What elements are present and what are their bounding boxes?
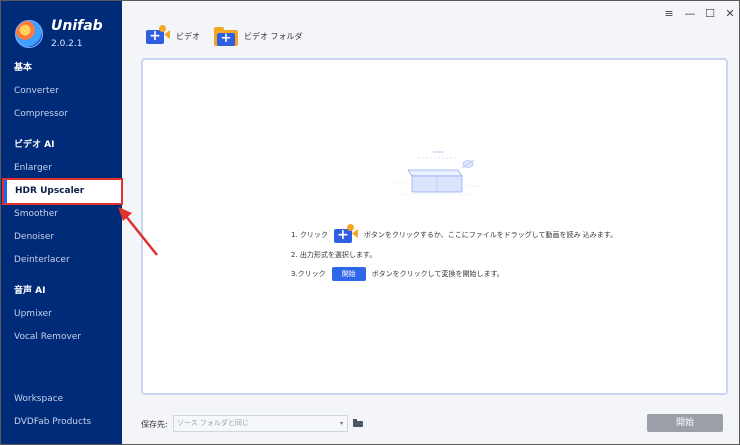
drop-zone[interactable]: 1. クリック + ボタンをクリックするか、ここにファイルをドラッグして動画を読… — [141, 58, 728, 395]
chevron-down-icon: ▾ — [339, 420, 343, 427]
sidebar: Unifab 2.0.2.1 基本 Converter Compressor ビ… — [1, 1, 122, 444]
sidebar-item-denoiser[interactable]: Denoiser — [1, 226, 122, 249]
sidebar-item-vocal-remover[interactable]: Vocal Remover — [1, 326, 122, 349]
sidebar-item-smoother[interactable]: Smoother — [1, 203, 122, 226]
close-icon[interactable]: ✕ — [723, 7, 737, 21]
sidebar-item-enlarger[interactable]: Enlarger — [1, 157, 122, 180]
sidebar-item-dvdfab-products[interactable]: DVDFab Products — [1, 411, 122, 434]
app-name: Unifab — [51, 18, 103, 34]
sidebar-item-hdr-upscaler[interactable]: HDR Upscaler — [4, 180, 122, 203]
unifab-logo-icon — [15, 20, 43, 48]
add-folder-button[interactable]: + ビデオ フォルダ — [214, 25, 303, 47]
folder-icon[interactable] — [353, 419, 363, 427]
sidebar-item-compressor[interactable]: Compressor — [1, 103, 122, 126]
section-video-ai: ビデオ AI — [14, 140, 55, 150]
add-video-icon: + — [333, 224, 358, 245]
section-audio-ai: 音声 AI — [14, 286, 46, 296]
start-button-example: 開始 — [331, 267, 366, 281]
start-button[interactable]: 開始 — [647, 414, 723, 432]
instruction-step-1: 1. クリック + ボタンをクリックするか、ここにファイルをドラッグして動画を読… — [291, 224, 617, 245]
save-location-select[interactable]: ソース フォルダと同じ ▾ — [173, 415, 348, 432]
sidebar-item-workspace[interactable]: Workspace — [1, 388, 122, 411]
add-video-icon: + — [146, 25, 170, 46]
instruction-step-2: 2. 出力形式を選択します。 — [291, 251, 377, 259]
add-folder-icon: + — [214, 26, 238, 46]
app-version: 2.0.2.1 — [51, 39, 83, 49]
empty-box-illustration-icon — [396, 151, 480, 195]
logo: Unifab 2.0.2.1 — [15, 19, 103, 49]
minimize-icon[interactable]: — — [683, 7, 697, 21]
add-video-label: ビデオ — [176, 31, 200, 41]
sidebar-item-upmixer[interactable]: Upmixer — [1, 303, 122, 326]
add-folder-label: ビデオ フォルダ — [244, 31, 303, 41]
app-window: Unifab 2.0.2.1 基本 Converter Compressor ビ… — [0, 0, 740, 445]
add-video-button[interactable]: + ビデオ — [146, 25, 200, 47]
section-basic: 基本 — [14, 63, 33, 73]
instruction-step-3: 3.クリック 開始 ボタンをクリックして変換を開始します。 — [291, 267, 504, 281]
maximize-icon[interactable]: ☐ — [703, 7, 717, 21]
save-to-label: 保存先: — [141, 420, 168, 429]
menu-icon[interactable]: ≡ — [662, 7, 676, 21]
sidebar-item-converter[interactable]: Converter — [1, 80, 122, 103]
sidebar-item-deinterlacer[interactable]: Deinterlacer — [1, 249, 122, 272]
